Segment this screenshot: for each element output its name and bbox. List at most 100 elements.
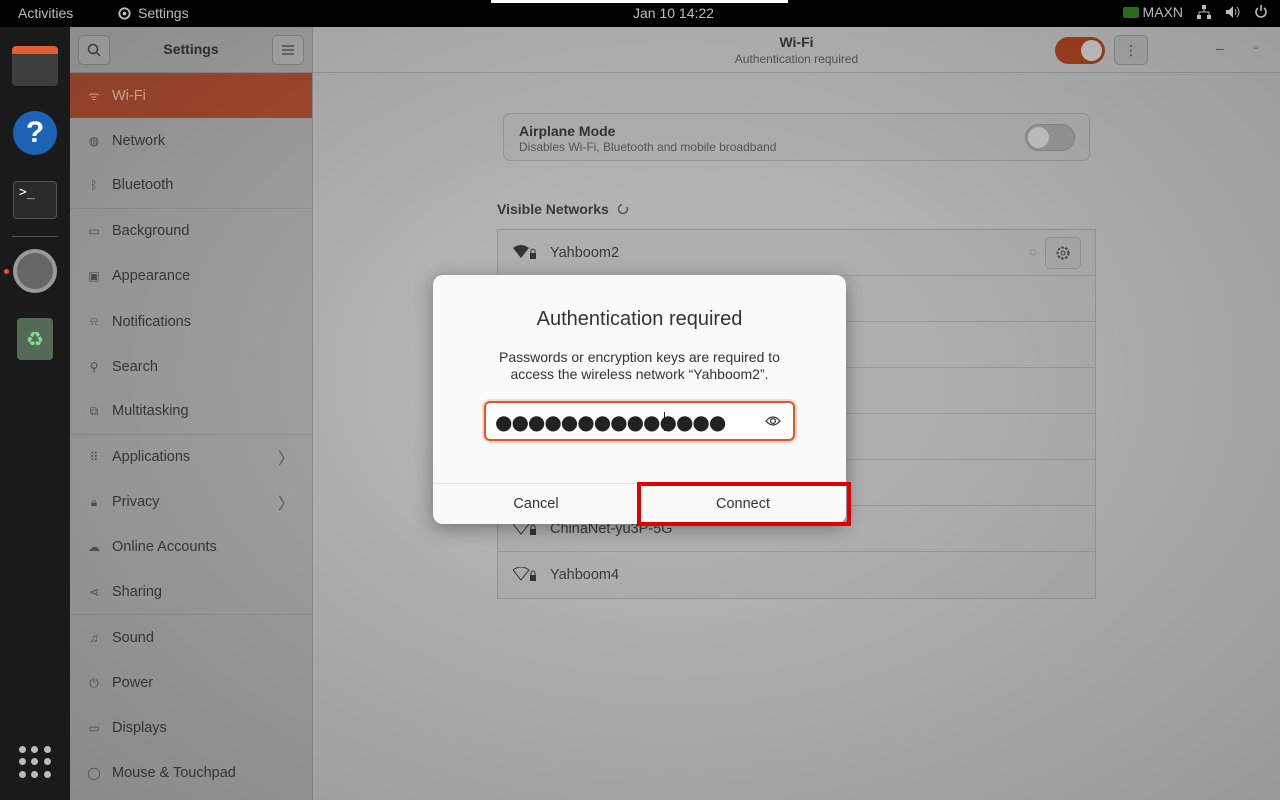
sidebar-item-label: Sound — [112, 629, 154, 646]
dock-separator — [12, 236, 58, 237]
network-row-yahboom2[interactable]: Yahboom2 ◌ — [498, 230, 1095, 276]
help-dock-item[interactable]: ? — [12, 110, 58, 156]
sidebar-item-wifi[interactable]: ᯤ Wi-Fi — [70, 73, 312, 119]
network-icon: ◍ — [88, 133, 100, 148]
sidebar-item-label: Appearance — [112, 268, 191, 285]
connect-button[interactable]: Connect — [640, 484, 846, 524]
sidebar-item-label: Mouse & Touchpad — [112, 765, 236, 782]
lock-icon: 🔒︎ — [90, 494, 98, 509]
share-icon: ⋖ — [88, 585, 100, 600]
chevron-right-icon: 〉 — [277, 496, 294, 514]
nvidia-power-mode[interactable]: MAXN — [1122, 4, 1183, 20]
sidebar-item-label: Power — [112, 675, 154, 692]
display-icon: ▭ — [88, 721, 100, 736]
sidebar-item-sound[interactable]: ♫ Sound — [70, 615, 312, 660]
power-icon — [1255, 5, 1267, 18]
network-wired-icon — [1197, 5, 1211, 19]
text-caret — [664, 412, 665, 431]
show-password-eye-icon[interactable] — [765, 414, 781, 428]
header-bar: Wi-Fi Authentication required ⋮ – ▫ ✕ — [313, 27, 1280, 73]
visible-networks-heading: Visible Networks — [497, 201, 629, 217]
sidebar-item-network[interactable]: ◍ Network — [70, 118, 312, 163]
dialog-title: Authentication required — [536, 308, 743, 330]
airplane-mode-title: Airplane Mode — [519, 123, 616, 139]
show-applications-icon[interactable] — [19, 746, 51, 778]
sidebar-item-label: Notifications — [112, 313, 191, 330]
auth-dialog: Authentication required Passwords or enc… — [433, 275, 846, 524]
dock: ? >_ ♻ — [0, 27, 70, 800]
maximize-button[interactable]: ▫ — [1254, 42, 1258, 54]
sidebar-item-mouse-touchpad[interactable]: ◯ Mouse & Touchpad — [70, 751, 312, 796]
wifi-icon: ᯤ — [88, 89, 100, 104]
dialog-actions: Cancel Connect — [433, 483, 846, 524]
sidebar-item-label: Search — [112, 358, 158, 375]
files-icon — [12, 46, 58, 86]
app-menu-label: Settings — [138, 5, 189, 21]
sidebar-item-bluetooth[interactable]: ᛒ Bluetooth — [70, 163, 312, 209]
running-indicator — [4, 269, 9, 274]
more-options-button[interactable]: ⋮ — [1114, 35, 1148, 65]
sidebar-item-label: Online Accounts — [112, 539, 217, 556]
gear-icon — [1056, 246, 1070, 260]
cloud-icon: ☁ — [88, 540, 100, 555]
app-menu[interactable]: Settings — [117, 5, 189, 21]
gear-icon — [118, 6, 131, 20]
sidebar-item-displays[interactable]: ▭ Displays — [70, 706, 312, 751]
power-icon: ⏻ — [89, 675, 99, 690]
sidebar-item-appearance[interactable]: ▣ Appearance — [70, 254, 312, 299]
files-dock-item[interactable] — [12, 43, 58, 89]
sidebar-item-search[interactable]: ⚲ Search — [70, 344, 312, 389]
trash-dock-item[interactable]: ♻ — [12, 316, 58, 362]
sidebar-item-label: Bluetooth — [112, 177, 174, 194]
sidebar-item-sharing[interactable]: ⋖ Sharing — [70, 570, 312, 616]
sidebar-menu-button[interactable] — [272, 35, 304, 65]
activities-button[interactable]: Activities — [18, 5, 73, 21]
dialog-message: Passwords or encryption keys are require… — [463, 349, 816, 383]
hamburger-icon — [282, 45, 294, 55]
sidebar-item-background[interactable]: ▭ Background — [70, 209, 312, 254]
settings-dock-item[interactable] — [12, 248, 58, 294]
airplane-mode-row: Airplane Mode Disables Wi-Fi, Bluetooth … — [503, 113, 1090, 161]
wifi-toggle[interactable] — [1055, 37, 1105, 64]
sidebar-list: ᯤ Wi-Fi ◍ Network ᛒ Bluetooth ▭ Background ▣… — [70, 73, 312, 796]
sidebar-item-label: Network — [112, 132, 166, 149]
sidebar-item-multitasking[interactable]: ⧉ Multitasking — [70, 389, 312, 435]
password-input[interactable]: ●●●●●●●●●●●●●● — [484, 401, 795, 441]
trash-icon: ♻ — [17, 318, 53, 360]
sidebar-item-label: Background — [112, 223, 190, 240]
terminal-dock-item[interactable]: >_ — [12, 177, 58, 223]
airplane-mode-subtitle: Disables Wi-Fi, Bluetooth and mobile bro… — [519, 140, 777, 154]
volume-icon — [1226, 6, 1240, 18]
sidebar-item-applications[interactable]: ⠿ Applications 〉 — [70, 435, 312, 480]
chevron-right-icon: 〉 — [277, 451, 294, 469]
sidebar: Settings ᯤ Wi-Fi ◍ Network ᛒ Bluetooth ▭ Bac… — [70, 27, 313, 800]
network-name: Yahboom2 — [550, 244, 620, 261]
grid-icon: ⠿ — [89, 450, 99, 465]
music-note-icon: ♫ — [89, 630, 99, 645]
network-settings-button[interactable] — [1045, 237, 1081, 269]
bell-icon: ⍾ — [90, 314, 98, 329]
top-bar: Activities Settings Jan 10 14:22 MAXN — [0, 0, 1280, 27]
search-icon: ⚲ — [89, 359, 99, 374]
kebab-menu-icon: ⋮ — [1124, 41, 1138, 58]
dialog-message-line1: Passwords or encryption keys are require… — [499, 349, 780, 365]
background-icon: ▭ — [88, 224, 100, 239]
connecting-spinner-icon: ◌ — [1029, 244, 1037, 259]
sidebar-header: Settings — [70, 27, 312, 73]
clock[interactable]: Jan 10 14:22 — [633, 5, 714, 21]
sidebar-item-label: Sharing — [112, 584, 162, 601]
sidebar-item-privacy[interactable]: 🔒︎ Privacy 〉 — [70, 480, 312, 525]
sidebar-item-power[interactable]: ⏻ Power — [70, 660, 312, 705]
airplane-mode-toggle[interactable] — [1025, 124, 1075, 151]
visible-networks-label: Visible Networks — [497, 201, 609, 217]
sidebar-item-notifications[interactable]: ⍾ Notifications — [70, 299, 312, 344]
sidebar-item-label: Applications — [112, 449, 191, 466]
minimize-button[interactable]: – — [1216, 40, 1224, 56]
system-tray[interactable]: MAXN — [1122, 4, 1268, 20]
sidebar-item-label: Displays — [112, 720, 167, 737]
sidebar-item-label: Privacy — [112, 494, 160, 511]
appearance-icon: ▣ — [88, 269, 100, 284]
sidebar-item-online-accounts[interactable]: ☁ Online Accounts — [70, 525, 312, 570]
network-row-yahboom4[interactable]: Yahboom4 — [498, 552, 1095, 598]
cancel-button[interactable]: Cancel — [433, 484, 640, 524]
